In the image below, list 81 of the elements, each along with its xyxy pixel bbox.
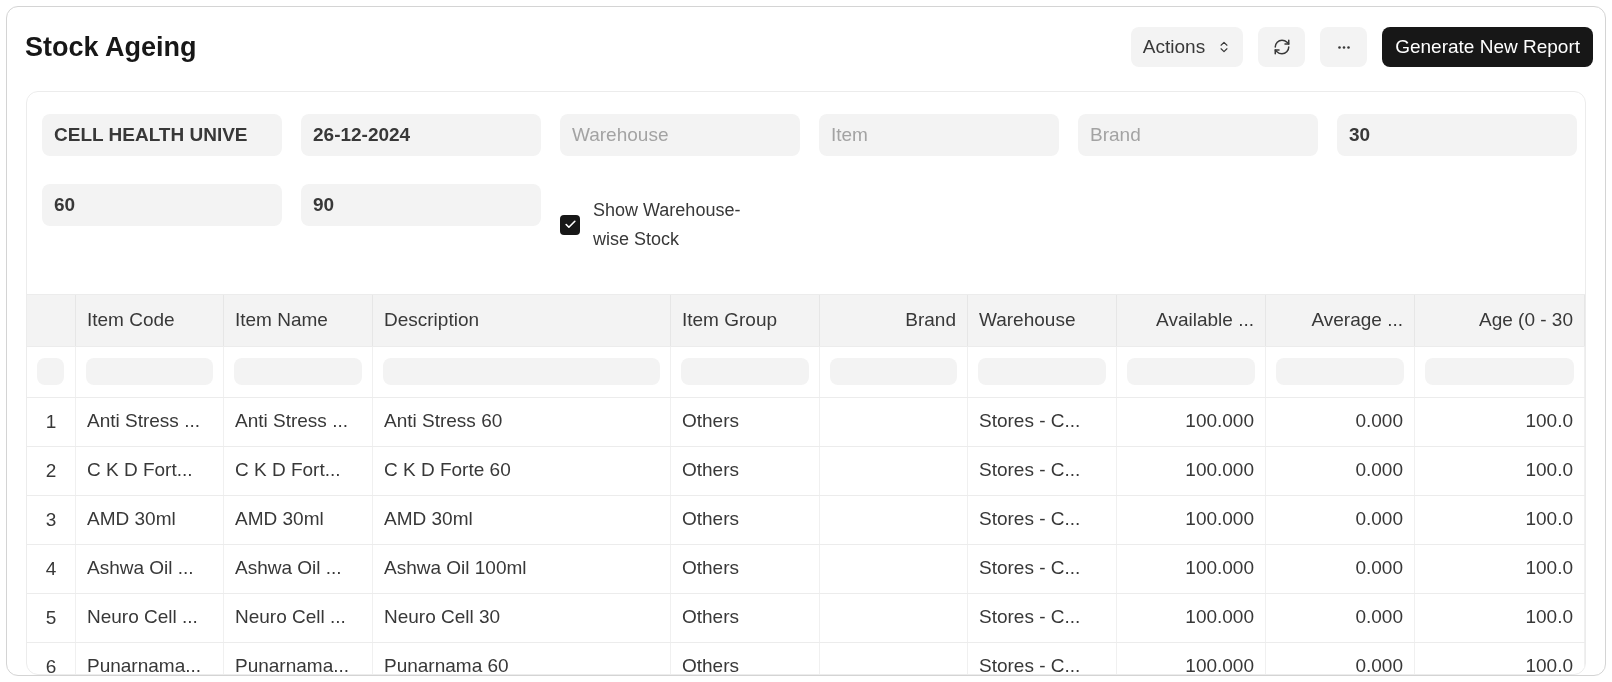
column-header[interactable]: Age (0 - 30 — [1479, 305, 1573, 335]
row-number: 3 — [45, 508, 57, 532]
table-cell-text: 0.000 — [1355, 556, 1403, 581]
table-cell-text: 100.000 — [1185, 507, 1254, 532]
table-cell-text: 100.0 — [1525, 458, 1573, 483]
table-cell-text: Anti Stress 60 — [384, 409, 503, 434]
table-cell-text: Others — [682, 556, 740, 581]
column-header[interactable]: Available ... — [1156, 305, 1254, 335]
row-number: 2 — [45, 459, 57, 483]
table-cell-text: Neuro Cell 30 — [384, 605, 501, 630]
table-cell-text: 100.0 — [1525, 409, 1573, 434]
checkbox[interactable] — [560, 214, 580, 235]
filter-field[interactable]: Brand — [1078, 113, 1318, 156]
table-cell-text: Anti Stress ... — [235, 409, 348, 434]
table-cell-text: 100.000 — [1185, 605, 1254, 630]
refresh-icon — [1272, 38, 1291, 57]
table-cell-text: Anti Stress ... — [87, 409, 200, 434]
table-cell-text: Others — [682, 507, 740, 532]
check-icon — [563, 218, 577, 231]
column-header[interactable]: Item Name — [235, 305, 328, 335]
column-header[interactable]: Average ... — [1311, 305, 1403, 335]
filter-field[interactable]: 26-12-2024 — [301, 113, 541, 156]
filter-field[interactable]: Warehouse — [560, 113, 800, 156]
table-cell-text: 0.000 — [1355, 605, 1403, 630]
table-cell-text: Stores - C... — [979, 507, 1081, 532]
refresh-button[interactable] — [1258, 27, 1306, 68]
page-title: Stock Ageing — [25, 31, 197, 64]
table-cell-text: 100.000 — [1185, 654, 1254, 674]
table-cell-text: Stores - C... — [979, 556, 1081, 581]
table-cell-text: Stores - C... — [979, 605, 1081, 630]
column-header[interactable]: Description — [384, 305, 480, 335]
table-cell-text: C K D Fort... — [87, 458, 193, 483]
table-cell-text: 0.000 — [1355, 409, 1403, 434]
table-cell-text: 100.000 — [1185, 458, 1254, 483]
table-cell-text: AMD 30ml — [384, 507, 473, 532]
table-cell-text: Neuro Cell ... — [87, 605, 198, 630]
table-cell-text: 100.000 — [1185, 556, 1254, 581]
table-cell-text: AMD 30ml — [235, 507, 324, 532]
table-cell-text: Punarnama... — [235, 654, 350, 674]
table-cell-text: Stores - C... — [979, 458, 1081, 483]
filter-field[interactable]: 60 — [42, 183, 282, 226]
column-header[interactable]: Brand — [905, 305, 956, 335]
checkbox-label: Show Warehouse-wise Stock — [593, 198, 742, 251]
table-cell-text: Stores - C... — [979, 409, 1081, 434]
filter-field[interactable]: 30 — [1337, 113, 1577, 156]
table-cell-text: 0.000 — [1355, 654, 1403, 674]
column-header[interactable]: Item Group — [682, 305, 778, 335]
table-cell-text: C K D Fort... — [235, 458, 341, 483]
table-cell-text: Punarnama... — [87, 654, 202, 674]
table-cell-text: Others — [682, 458, 740, 483]
table-cell-text: AMD 30ml — [87, 507, 176, 532]
actions-button[interactable]: Actions — [1130, 27, 1244, 68]
table-cell-text: 100.0 — [1525, 654, 1573, 674]
column-header[interactable]: Warehouse — [979, 305, 1076, 335]
table-cell-text: 100.0 — [1525, 605, 1573, 630]
more-icon — [1337, 45, 1350, 49]
table-cell-text: Stores - C... — [979, 654, 1081, 674]
table-cell-text: 0.000 — [1355, 507, 1403, 532]
table-cell-text: C K D Forte 60 — [384, 458, 511, 483]
row-number: 6 — [45, 655, 57, 674]
filter-field[interactable]: CELL HEALTH UNIVE — [42, 113, 282, 156]
row-number: 1 — [45, 410, 57, 434]
filter-field[interactable]: Item — [819, 113, 1059, 156]
table-cell-text: Neuro Cell ... — [235, 605, 346, 630]
table-cell-text: Others — [682, 605, 740, 630]
column-header[interactable]: Item Code — [87, 305, 175, 335]
row-number: 5 — [45, 606, 57, 630]
table-cell-text: Ashwa Oil 100ml — [384, 556, 527, 581]
filter-field[interactable]: 90 — [301, 183, 541, 226]
table-cell-text: Punarnama 60 — [384, 654, 509, 674]
table-cell-text: Others — [682, 409, 740, 434]
table-cell-text: Ashwa Oil ... — [87, 556, 194, 581]
table-cell-text: Others — [682, 654, 740, 674]
table-cell-text: 100.0 — [1525, 556, 1573, 581]
more-button[interactable] — [1320, 27, 1368, 68]
table-cell-text: Ashwa Oil ... — [235, 556, 342, 581]
table-cell-text: 100.000 — [1185, 409, 1254, 434]
generate-report-button[interactable]: Generate New Report — [1382, 27, 1593, 68]
row-number: 4 — [45, 557, 57, 581]
table-cell-text: 100.0 — [1525, 507, 1573, 532]
table-cell-text: 0.000 — [1355, 458, 1403, 483]
